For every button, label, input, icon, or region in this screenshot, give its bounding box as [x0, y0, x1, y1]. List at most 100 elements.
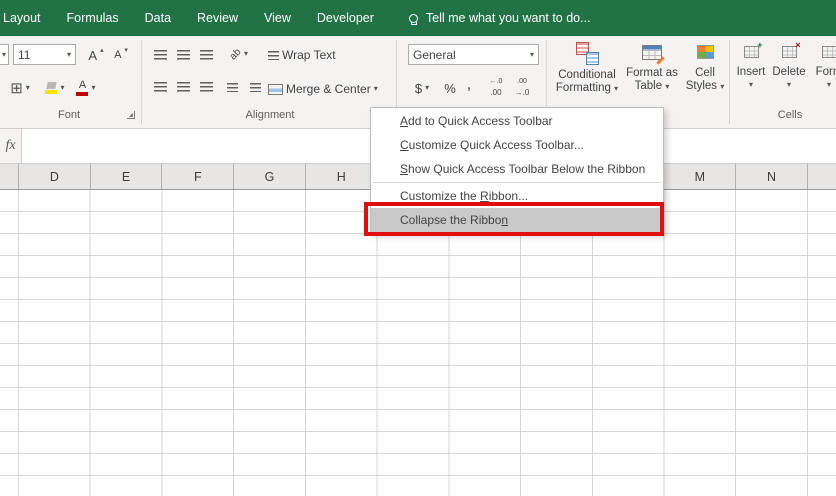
increase-indent-icon — [250, 83, 261, 92]
alignment-group-label: Alignment — [145, 109, 395, 121]
font-name-dropdown[interactable]: ▾ — [0, 44, 9, 65]
tab-layout[interactable]: Layout — [0, 0, 54, 36]
tab-review[interactable]: Review — [184, 0, 251, 36]
insert-function-button[interactable]: fx — [0, 129, 22, 163]
format-as-table-icon — [642, 45, 662, 60]
chevron-down-icon: ▾ — [91, 84, 95, 92]
align-left-button[interactable] — [150, 78, 170, 96]
font-size-combo[interactable]: 11 ▾ — [13, 44, 76, 65]
chevron-down-icon: ▾ — [2, 51, 6, 59]
cell-styles-icon — [697, 45, 714, 59]
increase-indent-button[interactable] — [245, 78, 265, 96]
merge-center-icon — [268, 84, 283, 95]
font-color-icon: A — [76, 80, 88, 96]
align-bottom-icon — [200, 50, 213, 60]
align-left-icon — [154, 82, 167, 92]
align-right-icon — [200, 82, 213, 92]
ribbon-context-menu: Add to Quick Access ToolbarCustomize Qui… — [370, 107, 664, 234]
column-header-D[interactable]: D — [19, 164, 91, 189]
align-middle-icon — [177, 50, 190, 60]
tell-me-label: Tell me what you want to do... — [426, 11, 591, 25]
chevron-down-icon: ▾ — [749, 81, 753, 89]
group-divider — [141, 40, 142, 124]
tab-view[interactable]: View — [251, 0, 304, 36]
merge-center-label: Merge & Center — [286, 82, 371, 96]
chevron-down-icon: ▾ — [425, 84, 429, 92]
font-group-label: Font — [0, 109, 138, 121]
percent-style-button[interactable]: % — [441, 77, 459, 99]
ribbon-tab-bar: LayoutFormulasDataReviewViewDeveloper Te… — [0, 0, 836, 36]
chevron-down-icon: ▾ — [374, 85, 378, 93]
align-bottom-button[interactable] — [196, 46, 216, 64]
fill-color-icon — [45, 82, 57, 94]
grow-arrow-icon: ▴ — [100, 47, 104, 54]
insert-cells-button[interactable]: + Insert ▾ — [734, 40, 768, 89]
borders-icon: ⊞ — [10, 81, 23, 96]
cells-group-label: Cells — [732, 109, 836, 121]
align-middle-button[interactable] — [173, 46, 193, 64]
shrink-arrow-icon: ▾ — [124, 47, 128, 54]
column-header-N[interactable]: N — [736, 164, 808, 189]
increase-font-size-button[interactable]: A ▴ — [84, 45, 108, 65]
column-header-partial[interactable] — [0, 164, 19, 189]
comma-style-button[interactable]: , — [462, 74, 476, 96]
borders-button[interactable]: ⊞ ▾ — [5, 77, 35, 99]
column-header-partial[interactable] — [808, 164, 836, 189]
orientation-button[interactable]: ab ▾ — [224, 44, 254, 64]
number-format-value: General — [413, 48, 456, 62]
number-format-combo[interactable]: General ▾ — [408, 44, 539, 65]
chevron-down-icon: ▾ — [787, 81, 791, 89]
chevron-down-icon: ▾ — [665, 82, 669, 91]
tab-formulas[interactable]: Formulas — [54, 0, 132, 36]
decrease-decimal-icon: .00 — [517, 78, 527, 86]
delete-cells-icon: × — [782, 46, 797, 58]
menu-item-2[interactable]: Show Quick Access Toolbar Below the Ribb… — [371, 157, 663, 181]
align-top-button[interactable] — [150, 46, 170, 64]
decrease-indent-button[interactable] — [222, 78, 242, 96]
menu-item-4[interactable]: Collapse the Ribbon — [371, 208, 663, 232]
cell-styles-button[interactable]: Cell Styles ▾ — [682, 40, 728, 93]
menu-item-1[interactable]: Customize Quick Access Toolbar... — [371, 133, 663, 157]
wrap-text-label: Wrap Text — [282, 48, 336, 62]
orientation-icon: ab — [228, 46, 244, 62]
shrink-font-icon: A — [114, 50, 121, 61]
font-color-button[interactable]: A ▾ — [72, 77, 100, 99]
accounting-format-button[interactable]: $ ▾ — [407, 77, 437, 99]
column-header-E[interactable]: E — [91, 164, 163, 189]
format-as-table-button[interactable]: Format as Table ▾ — [624, 40, 680, 93]
column-header-M[interactable]: M — [664, 164, 736, 189]
menu-item-3[interactable]: Customize the Ribbon... — [371, 184, 663, 208]
column-header-F[interactable]: F — [162, 164, 234, 189]
fx-icon: fx — [5, 138, 15, 154]
wrap-text-button[interactable]: Wrap Text — [268, 44, 336, 66]
align-center-button[interactable] — [173, 78, 193, 96]
chevron-down-icon: ▾ — [614, 84, 618, 93]
format-cells-button[interactable]: Form ▾ — [809, 40, 836, 89]
column-header-G[interactable]: G — [234, 164, 306, 189]
sheet-grid[interactable] — [0, 190, 836, 496]
delete-cells-button[interactable]: × Delete ▾ — [771, 40, 807, 89]
chevron-down-icon: ▾ — [60, 84, 64, 92]
chevron-down-icon: ▾ — [67, 51, 71, 59]
tab-developer[interactable]: Developer — [304, 0, 387, 36]
comma-icon: , — [467, 77, 471, 93]
chevron-down-icon: ▾ — [827, 81, 831, 89]
grow-font-icon: A — [88, 49, 97, 62]
font-dialog-launcher-icon[interactable] — [127, 111, 135, 119]
chevron-down-icon: ▾ — [244, 50, 248, 58]
increase-decimal-icon: ←.0 — [490, 78, 503, 86]
increase-decimal-button[interactable]: ←.0 .00 — [484, 77, 508, 99]
decrease-font-size-button[interactable]: A ▾ — [110, 45, 132, 65]
tell-me-box[interactable]: Tell me what you want to do... — [409, 11, 591, 25]
decrease-decimal-button[interactable]: .00 →.0 — [510, 77, 534, 99]
menu-item-0[interactable]: Add to Quick Access Toolbar — [371, 109, 663, 133]
font-size-value: 11 — [18, 48, 30, 62]
merge-center-button[interactable]: Merge & Center ▾ — [268, 78, 378, 100]
tab-data[interactable]: Data — [132, 0, 184, 36]
fill-color-button[interactable]: ▾ — [41, 77, 69, 99]
align-right-button[interactable] — [196, 78, 216, 96]
column-header-H[interactable]: H — [306, 164, 378, 189]
conditional-formatting-button[interactable]: Conditional Formatting ▾ — [552, 40, 622, 95]
chevron-down-icon: ▾ — [530, 51, 534, 59]
dollar-icon: $ — [415, 82, 422, 95]
